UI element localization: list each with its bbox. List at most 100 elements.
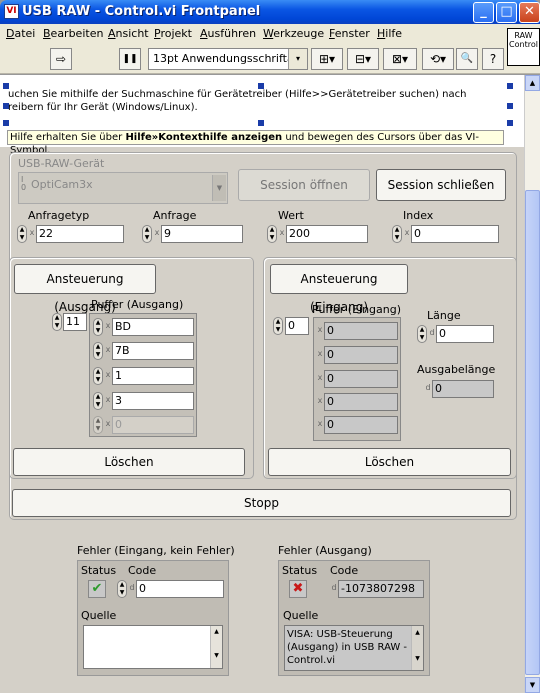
window-title: USB RAW - Control.vi Frontpanel — [22, 4, 261, 19]
output-length-field: 0 — [432, 380, 494, 398]
menu-projekt[interactable]: Projekt — [154, 27, 192, 40]
radix-indicator: x — [317, 373, 323, 382]
radix-indicator: x — [317, 349, 323, 358]
request-field[interactable]: 9 — [161, 225, 243, 243]
pause-button[interactable]: ❚❚ — [119, 48, 141, 70]
length-label: Länge — [427, 309, 461, 322]
device-label: USB-RAW-Gerät — [18, 157, 105, 170]
scroll-up-icon[interactable]: ▲ — [525, 75, 540, 91]
info-text: uchen Sie mithilfe der Suchmaschine für … — [8, 88, 508, 114]
output-buffer-item[interactable]: 7B — [112, 342, 194, 360]
input-buffer-item: 0 — [324, 370, 398, 388]
length-field[interactable]: 0 — [436, 325, 494, 343]
menu-datei[interactable]: Datei — [6, 27, 35, 40]
error-x-icon: ✖ — [289, 580, 307, 598]
radix-indicator: x — [317, 396, 323, 405]
error-out-code-field: -1073807298 — [338, 580, 424, 598]
selection-handle[interactable] — [507, 120, 513, 126]
distribute-objects-button[interactable]: ⊟▾ — [347, 48, 379, 70]
increment-decrement-icon[interactable]: ▲ ▼ — [142, 225, 152, 243]
radix-indicator: x — [279, 228, 285, 237]
request-type-field[interactable]: 22 — [36, 225, 124, 243]
increment-decrement-icon[interactable]: ▲ ▼ — [93, 342, 103, 360]
output-clear-button[interactable]: Löschen — [13, 448, 245, 476]
error-out-status-label: Status — [282, 564, 318, 577]
input-buffer-item: 0 — [324, 416, 398, 434]
increment-decrement-icon[interactable]: ▲ ▼ — [93, 318, 103, 336]
maximize-button[interactable]: □ — [496, 2, 517, 23]
close-button[interactable]: ✕ — [519, 2, 540, 23]
input-buffer-item: 0 — [324, 322, 398, 340]
output-buffer-item[interactable]: 1 — [112, 367, 194, 385]
align-objects-button[interactable]: ⊞▾ — [311, 48, 343, 70]
input-control-button[interactable]: Ansteuerung (Eingang) — [270, 264, 408, 314]
increment-decrement-icon[interactable]: ▲ ▼ — [417, 325, 427, 343]
error-out-title: Fehler (Ausgang) — [278, 544, 372, 557]
scroll-down-icon[interactable]: ▼ — [525, 677, 540, 693]
error-out-source-label: Quelle — [283, 609, 319, 622]
output-buffer-item[interactable]: BD — [112, 318, 194, 336]
menu-hilfe[interactable]: Hilfe — [377, 27, 402, 40]
radix-indicator: x — [154, 228, 160, 237]
checkmark-icon[interactable]: ✔ — [88, 580, 106, 598]
error-in-source-field[interactable] — [83, 625, 223, 669]
increment-decrement-icon[interactable]: ▲ ▼ — [267, 225, 277, 243]
minimize-button[interactable]: _ — [473, 2, 494, 23]
array-index-stepper[interactable]: ▲ ▼ — [52, 313, 62, 331]
input-clear-button[interactable]: Löschen — [268, 448, 511, 476]
increment-decrement-icon[interactable]: ▲ ▼ — [392, 225, 402, 243]
scrollbar[interactable]: ▲ ▼ — [411, 626, 423, 670]
selection-handle[interactable] — [3, 120, 9, 126]
increment-decrement-icon[interactable]: ▲ ▼ — [17, 225, 27, 243]
error-in-status-label: Status — [81, 564, 117, 577]
index-field[interactable]: 0 — [411, 225, 499, 243]
help-button[interactable]: ? — [482, 48, 504, 70]
font-select[interactable]: 13pt Anwendungsschriftart — [148, 48, 308, 70]
error-in-title: Fehler (Eingang, kein Fehler) — [77, 544, 235, 557]
request-label: Anfrage — [153, 209, 197, 222]
increment-decrement-icon[interactable]: ▲ ▼ — [93, 367, 103, 385]
value-field[interactable]: 200 — [286, 225, 368, 243]
menu-fenster[interactable]: Fenster — [329, 27, 370, 40]
chevron-down-icon[interactable]: ▾ — [288, 49, 307, 69]
radix-indicator: x — [105, 345, 111, 354]
session-close-button[interactable]: Session schließen — [376, 169, 506, 201]
input-buffer-label: Puffer (Eingang) — [312, 303, 402, 316]
run-arrow-icon[interactable]: ⇨ — [50, 48, 72, 70]
radix-indicator: x — [105, 419, 111, 428]
increment-decrement-icon[interactable]: ▲ ▼ — [117, 580, 127, 598]
scroll-thumb[interactable] — [525, 190, 540, 675]
chevron-down-icon[interactable]: ▼ — [212, 175, 226, 201]
menu-ansicht[interactable]: Ansicht — [108, 27, 149, 40]
visa-icon: I0 — [21, 175, 27, 192]
menu-bearbeiten[interactable]: Bearbeiten — [43, 27, 103, 40]
array-index-stepper[interactable]: ▲ ▼ — [273, 317, 283, 335]
reorder-button[interactable]: ⟲▾ — [422, 48, 454, 70]
scrollbar[interactable]: ▲ ▼ — [210, 626, 222, 668]
help-hint: Hilfe erhalten Sie über Hilfe»Kontexthil… — [7, 130, 504, 156]
session-open-button[interactable]: Session öffnen — [238, 169, 370, 201]
output-array-index[interactable]: 11 — [63, 313, 87, 331]
resize-objects-button[interactable]: ⊠▾ — [383, 48, 417, 70]
radix-indicator: x — [105, 321, 111, 330]
error-in-code-field[interactable]: 0 — [136, 580, 224, 598]
output-buffer-item[interactable]: 3 — [112, 392, 194, 410]
hint-bold: Hilfe»Kontexthilfe anzeigen — [125, 132, 283, 143]
menu-ausfuehren[interactable]: Ausführen — [200, 27, 256, 40]
output-buffer-item: 0 — [112, 416, 194, 434]
error-in-code-label: Code — [128, 564, 157, 577]
radix-indicator: d — [429, 328, 435, 337]
radix-indicator: x — [105, 395, 111, 404]
error-out-source-field: VISA: USB-Steuerung (Ausgang) in USB RAW… — [284, 625, 424, 671]
hint-text: Hilfe erhalten Sie über — [10, 132, 126, 143]
stop-button[interactable]: Stopp — [12, 489, 511, 517]
increment-decrement-icon[interactable]: ▲ ▼ — [93, 392, 103, 410]
app-icon: VI — [4, 4, 19, 19]
menu-werkzeuge[interactable]: Werkzeuge — [263, 27, 324, 40]
vi-icon[interactable]: RAW Control — [507, 28, 540, 66]
selection-handle[interactable] — [258, 120, 264, 126]
search-icon[interactable]: 🔍 — [456, 48, 478, 70]
input-array-index[interactable]: 0 — [285, 317, 309, 335]
output-control-button[interactable]: Ansteuerung (Ausgang) — [14, 264, 156, 314]
input-buffer-item: 0 — [324, 346, 398, 364]
